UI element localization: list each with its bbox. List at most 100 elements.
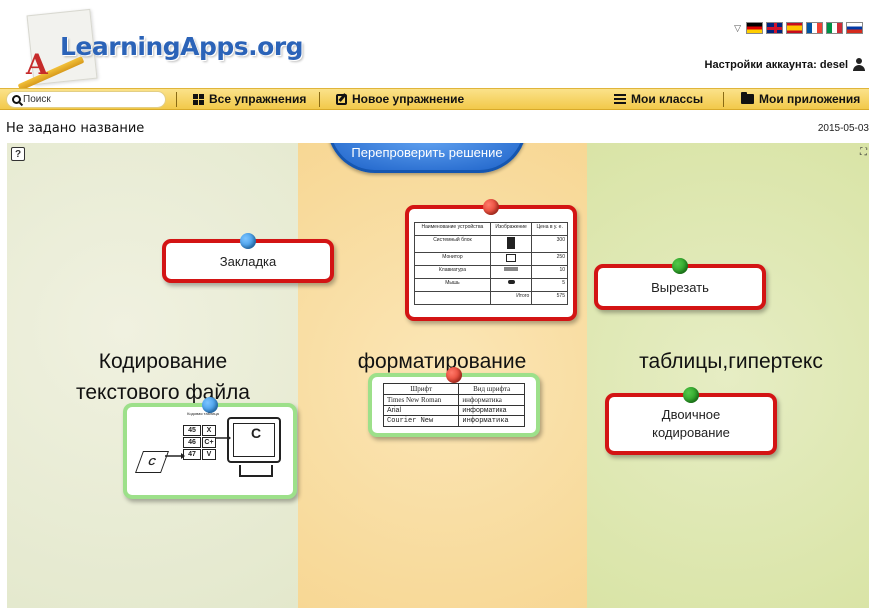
- table-cell: 250: [531, 251, 568, 266]
- font-table: Шрифт Вид шрифта Times New Roman информа…: [382, 383, 525, 427]
- exercise-board: ? ⛶ Перепроверить решение Кодирование те…: [7, 143, 869, 608]
- fullscreen-icon[interactable]: ⛶: [860, 147, 867, 158]
- table-header-cell: Изображение: [489, 221, 533, 236]
- flag-ru-icon[interactable]: [846, 22, 863, 34]
- app-titlebar: Не задано название 2015-05-03: [0, 111, 869, 143]
- table-cell: Системный блок: [414, 234, 491, 253]
- table-cell: 10: [531, 264, 568, 279]
- pin-icon: [483, 199, 499, 215]
- table-cell: [414, 290, 491, 305]
- search-input[interactable]: [23, 94, 153, 105]
- edit-icon: [336, 93, 347, 105]
- flag-fr-icon[interactable]: [806, 22, 823, 34]
- header: A LearningApps.org ▽ Настройки аккаунта:…: [0, 0, 869, 91]
- logo-letter: A: [26, 48, 48, 81]
- table-cell: информатика: [458, 405, 525, 416]
- card-binary-line-1: Двоичное: [661, 407, 721, 422]
- card-cut-label: Вырезать: [651, 279, 709, 295]
- toolbar-divider: [176, 92, 177, 107]
- new-exercise-link[interactable]: Новое упражнение: [336, 92, 464, 106]
- keyboard-icon: [489, 264, 533, 279]
- card-cut[interactable]: Вырезать: [594, 258, 766, 310]
- pin-icon: [446, 367, 462, 383]
- app-date: 2015-05-03: [817, 123, 869, 134]
- card-binary-line-2: кодирование: [652, 425, 730, 440]
- code-table: 45 X 46 C+ 47 V: [183, 425, 216, 460]
- card-font-table[interactable]: Шрифт Вид шрифта Times New Roman информа…: [368, 367, 540, 437]
- main-toolbar: Все упражнения Новое упражнение Мои клас…: [0, 88, 869, 110]
- mouse-icon: [489, 277, 533, 292]
- table-header-cell: Наименование устройства: [414, 221, 491, 236]
- card-device-table[interactable]: Наименование устройства Изображение Цена…: [405, 199, 577, 321]
- device-price-table: Наименование устройства Изображение Цена…: [414, 221, 568, 305]
- my-classes-link[interactable]: Мои классы: [614, 92, 703, 106]
- help-icon[interactable]: ?: [11, 147, 25, 161]
- table-cell: информатика: [458, 394, 525, 406]
- system-unit-icon: [489, 234, 533, 253]
- pin-icon: [240, 233, 256, 249]
- my-classes-label: Мои классы: [631, 92, 704, 106]
- table-cell: Монитор: [414, 251, 491, 266]
- card-bookmark-label: Закладка: [219, 253, 277, 269]
- account-settings-label: Настройки аккаунта: desel: [704, 58, 848, 71]
- learningapps-page: A LearningApps.org ▽ Настройки аккаунта:…: [0, 0, 869, 608]
- search-box: [6, 91, 166, 108]
- category-label-1: Кодирование текстового файла: [47, 346, 279, 408]
- folder-icon: [741, 92, 754, 104]
- check-solution-button[interactable]: Перепроверить решение: [327, 143, 527, 173]
- app-title: Не задано название: [6, 121, 145, 136]
- toolbar-divider: [723, 92, 724, 107]
- category-label-1-line-1: Кодирование: [98, 350, 228, 373]
- table-header-cell: Цена в у. е.: [531, 221, 568, 236]
- arrow-icon: [165, 453, 185, 459]
- table-cell: информатика: [458, 415, 525, 427]
- table-cell: Times New Roman: [382, 394, 460, 406]
- monitor-stand-icon: [239, 465, 273, 477]
- char-cell: X: [202, 425, 216, 436]
- user-icon: [853, 58, 865, 71]
- logo-text: LearningApps.org: [60, 32, 304, 61]
- card-bookmark[interactable]: Закладка: [162, 233, 334, 283]
- category-label-3-line-1: таблицы,гипертекс: [639, 350, 823, 373]
- encoding-illustration: C Кодовая таблица 45 X 46 C+ 47 V C: [134, 411, 285, 491]
- table-cell: 300: [531, 234, 568, 253]
- search-icon: [12, 95, 21, 104]
- list-icon: [614, 94, 626, 104]
- table-cell: Arial: [382, 405, 460, 416]
- table-cell: 5: [531, 277, 568, 292]
- logo[interactable]: A LearningApps.org: [8, 8, 304, 91]
- code-cell: 47: [183, 449, 201, 460]
- dropdown-arrow-icon[interactable]: ▽: [734, 23, 741, 34]
- table-cell: Мышь: [414, 277, 491, 292]
- code-cell: 45: [183, 425, 201, 436]
- flag-de-icon[interactable]: [746, 22, 763, 34]
- screen-letter: C: [233, 423, 275, 457]
- monitor-icon: [489, 251, 533, 266]
- my-apps-label: Мои приложения: [759, 92, 861, 106]
- toolbar-divider: [319, 92, 320, 107]
- all-exercises-link[interactable]: Все упражнения: [193, 92, 306, 106]
- code-cell: 46: [183, 437, 201, 448]
- flag-uk-icon[interactable]: [766, 22, 783, 34]
- table-header-cell: Вид шрифта: [458, 383, 525, 395]
- grid-icon: [193, 93, 204, 105]
- char-cell: V: [202, 449, 216, 460]
- pin-icon: [672, 258, 688, 274]
- flag-it-icon[interactable]: [826, 22, 843, 34]
- table-cell: Courier New: [382, 415, 460, 427]
- table-cell: 575: [531, 290, 568, 305]
- card-encoding-image[interactable]: C Кодовая таблица 45 X 46 C+ 47 V C: [123, 397, 297, 499]
- char-cell: C+: [202, 437, 216, 448]
- card-binary-coding[interactable]: Двоичное кодирование: [605, 387, 777, 455]
- account-settings[interactable]: Настройки аккаунта: desel: [705, 58, 865, 71]
- key-icon: C: [134, 451, 170, 473]
- monitor-icon: C: [227, 417, 281, 463]
- category-label-3: таблицы,гипертекс: [601, 346, 861, 377]
- arrow-icon: [215, 435, 231, 441]
- pin-icon: [683, 387, 699, 403]
- table-cell: Клавиатура: [414, 264, 491, 279]
- table-header-cell: Шрифт: [382, 383, 460, 395]
- my-apps-link[interactable]: Мои приложения: [741, 92, 860, 106]
- all-exercises-label: Все упражнения: [209, 92, 307, 106]
- flag-es-icon[interactable]: [786, 22, 803, 34]
